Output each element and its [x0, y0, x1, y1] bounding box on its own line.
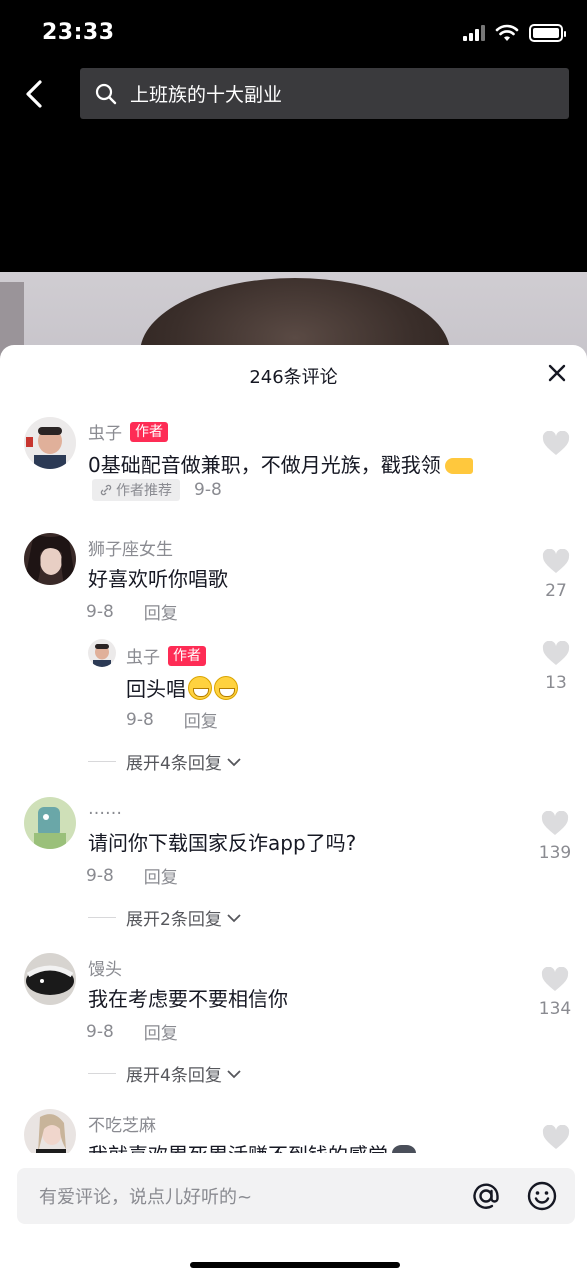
reply-meta: 9-8 回复 [126, 707, 218, 733]
comment-input-bar[interactable]: 有爱评论，说点儿好听的~ [17, 1168, 575, 1224]
pin-label: 作者推荐 [116, 483, 172, 499]
reply-button[interactable]: 回复 [144, 1019, 178, 1044]
comment-date: 9-8 [86, 601, 114, 622]
reply-username[interactable]: 虫子 作者 [126, 643, 206, 668]
close-icon[interactable] [545, 361, 569, 385]
heart-icon [542, 431, 570, 455]
sheet-header: 246条评论 [0, 345, 587, 401]
comment-meta: 9-8 回复 [86, 863, 178, 889]
comment-date: 9-8 [86, 1021, 114, 1042]
comment-date: 9-8 [194, 480, 222, 500]
comment-text[interactable]: 0基础配音做兼职，不做月光族，戳我领 [88, 449, 473, 478]
expand-divider [88, 1073, 116, 1074]
grin-emoji-icon [214, 676, 238, 700]
comment-text[interactable]: 好喜欢听你唱歌 [88, 563, 228, 592]
reply-text[interactable]: 回头唱 [126, 673, 238, 702]
grin-emoji-icon [188, 676, 212, 700]
comment-date: 9-8 [86, 865, 114, 886]
like-count: 134 [538, 999, 572, 1019]
heart-icon [542, 549, 570, 573]
comment-text[interactable]: 我在考虑要不要相信你 [88, 983, 288, 1012]
expand-divider [88, 761, 116, 762]
reply-avatar[interactable] [88, 639, 116, 667]
chevron-down-icon [227, 913, 241, 922]
comment-item: 狮子座女生 好喜欢听你唱歌 9-8 回复 27 虫子 作者 回头唱 9-8 回复… [0, 531, 587, 781]
like-count: 13 [545, 673, 567, 693]
username-text[interactable]: 虫子 [88, 419, 122, 444]
like-button[interactable]: 27 [541, 549, 571, 601]
username-text[interactable]: 狮子座女生 [88, 535, 173, 560]
like-button[interactable] [541, 1125, 571, 1151]
chevron-down-icon [227, 1069, 241, 1078]
search-query: 上班族的十大副业 [130, 84, 283, 106]
chevron-down-icon [227, 757, 241, 766]
status-time: 23:33 [42, 20, 115, 45]
comment-item: 馒头 我在考虑要不要相信你 9-8 回复 134 展开4条回复 [0, 951, 587, 1091]
comment-username[interactable]: 虫子 作者 [88, 419, 168, 444]
comment-count: 246条评论 [249, 367, 338, 388]
home-indicator [190, 1262, 400, 1268]
comment-username[interactable]: 不吃芝麻 [88, 1111, 156, 1136]
heart-icon [541, 811, 569, 835]
signal-icon [463, 25, 485, 41]
comment-sheet: 246条评论 虫子 作者 0基础配音做兼职，不做月光族，戳我领 作者推荐 9-8… [0, 345, 587, 1273]
at-icon[interactable] [469, 1179, 503, 1213]
chevron-left-icon[interactable] [18, 76, 54, 112]
comment-text-content: 0基础配音做兼职，不做月光族，戳我领 [88, 453, 441, 477]
username-text[interactable]: 馒头 [88, 955, 122, 980]
expand-replies-button[interactable]: 展开4条回复 [88, 749, 242, 774]
username-text[interactable]: 虫子 [126, 643, 160, 668]
reply-text-content: 回头唱 [126, 677, 186, 701]
like-button[interactable]: 13 [541, 641, 571, 693]
pointing-hand-icon [444, 458, 473, 474]
comment-username[interactable]: 馒头 [88, 955, 122, 980]
reply-button[interactable]: 回复 [144, 863, 178, 888]
battery-icon [529, 24, 566, 42]
expand-replies-button[interactable]: 展开2条回复 [88, 905, 242, 930]
wifi-icon [495, 24, 519, 41]
author-tag: 作者 [168, 645, 206, 666]
expand-label: 展开4条回复 [126, 754, 222, 774]
comment-date: 9-8 [126, 709, 154, 730]
like-button[interactable]: 134 [537, 967, 573, 1019]
like-button[interactable] [541, 431, 571, 457]
comment-username[interactable]: 狮子座女生 [88, 535, 173, 560]
comment-meta: 9-8 回复 [86, 599, 178, 625]
comment-username[interactable]: …… [88, 799, 122, 819]
reply-button[interactable]: 回复 [144, 599, 178, 624]
status-icons [463, 24, 566, 42]
comment-input[interactable]: 有爱评论，说点儿好听的~ [39, 1183, 469, 1209]
status-bar: 23:33 [0, 0, 587, 64]
expand-label: 展开4条回复 [126, 1066, 222, 1086]
pin-badge: 作者推荐 [92, 479, 180, 501]
expand-label: 展开2条回复 [126, 910, 222, 930]
avatar[interactable] [24, 953, 76, 1005]
comment-meta: 作者推荐 9-8 [92, 479, 222, 501]
expand-divider [88, 917, 116, 918]
heart-icon [542, 1125, 570, 1149]
like-button[interactable]: 139 [537, 811, 573, 863]
comment-text[interactable]: 请问你下载国家反诈app了吗? [88, 827, 356, 856]
search-icon [95, 83, 117, 104]
search-box[interactable]: 上班族的十大副业 [80, 68, 569, 119]
link-icon [100, 484, 112, 496]
heart-icon [542, 641, 570, 665]
avatar[interactable] [24, 533, 76, 585]
username-text[interactable]: 不吃芝麻 [88, 1111, 156, 1136]
username-text[interactable]: …… [88, 799, 122, 819]
comment-meta: 9-8 回复 [86, 1019, 178, 1045]
heart-icon [541, 967, 569, 991]
author-tag: 作者 [130, 421, 168, 442]
expand-replies-button[interactable]: 展开4条回复 [88, 1061, 242, 1086]
reply-button[interactable]: 回复 [184, 707, 218, 732]
comment-item: …… 请问你下载国家反诈app了吗? 9-8 回复 139 展开2条回复 [0, 795, 587, 935]
avatar[interactable] [24, 797, 76, 849]
smile-icon[interactable] [525, 1179, 559, 1213]
comment-item: 虫子 作者 0基础配音做兼职，不做月光族，戳我领 作者推荐 9-8 [0, 415, 587, 505]
avatar[interactable] [24, 417, 76, 469]
like-count: 139 [538, 843, 572, 863]
like-count: 27 [545, 581, 567, 601]
